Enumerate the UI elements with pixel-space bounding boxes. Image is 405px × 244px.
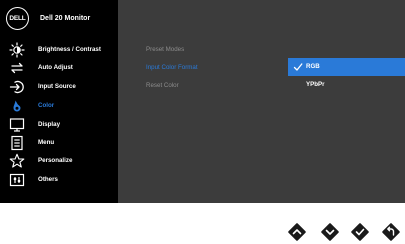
option-rgb[interactable]: RGB — [288, 58, 405, 76]
display-icon — [9, 118, 25, 132]
color-icon — [13, 100, 21, 112]
menu-item-menu[interactable]: Menu — [0, 134, 118, 152]
monitor-title: Dell 20 Monitor — [40, 14, 91, 22]
auto-adjust-icon — [11, 62, 23, 74]
menu-label: Personalize — [38, 157, 73, 164]
personalize-icon — [9, 153, 25, 168]
brightness-icon — [9, 42, 25, 58]
menu-label: Brightness / Contrast — [38, 46, 101, 53]
menu-item-personalize[interactable]: Personalize — [0, 152, 118, 170]
menu-label: Others — [38, 176, 58, 183]
osd-panel: DELL Dell 20 Monitor Brightness / Contra… — [0, 0, 405, 203]
option-label: YPbPr — [306, 81, 325, 88]
menu-icon — [11, 135, 23, 151]
submenu-item-reset-color[interactable]: Reset Color — [146, 82, 179, 89]
sidebar: DELL Dell 20 Monitor Brightness / Contra… — [0, 0, 118, 203]
checkmark-icon — [293, 63, 303, 71]
menu-item-others[interactable]: Others — [0, 171, 118, 189]
option-ypbpr[interactable]: YPbPr — [288, 76, 405, 94]
menu-label: Display — [38, 121, 61, 128]
option-label: RGB — [306, 63, 320, 70]
osd-header: DELL Dell 20 Monitor — [0, 0, 118, 36]
menu-item-brightness-contrast[interactable]: Brightness / Contrast — [0, 41, 118, 59]
menu-label: Auto Adjust — [38, 64, 73, 71]
menu-label: Input Source — [38, 83, 76, 90]
back-icon[interactable] — [381, 222, 401, 242]
down-arrow-icon[interactable] — [320, 222, 340, 242]
menu-item-auto-adjust[interactable]: Auto Adjust — [0, 59, 118, 77]
menu-item-display[interactable]: Display — [0, 116, 118, 134]
others-icon — [9, 173, 25, 187]
menu-label: Menu — [38, 139, 55, 146]
menu-item-input-source[interactable]: Input Source — [0, 78, 118, 96]
input-source-icon — [9, 80, 24, 94]
up-arrow-icon[interactable] — [287, 222, 307, 242]
submenu-item-input-color-format[interactable]: Input Color Format — [146, 64, 198, 71]
menu-item-color[interactable]: Color — [0, 97, 118, 115]
dell-logo: DELL — [6, 6, 29, 30]
menu-label: Color — [38, 102, 55, 109]
submenu-item-preset-modes[interactable]: Preset Modes — [146, 46, 184, 53]
check-icon[interactable] — [350, 222, 370, 242]
